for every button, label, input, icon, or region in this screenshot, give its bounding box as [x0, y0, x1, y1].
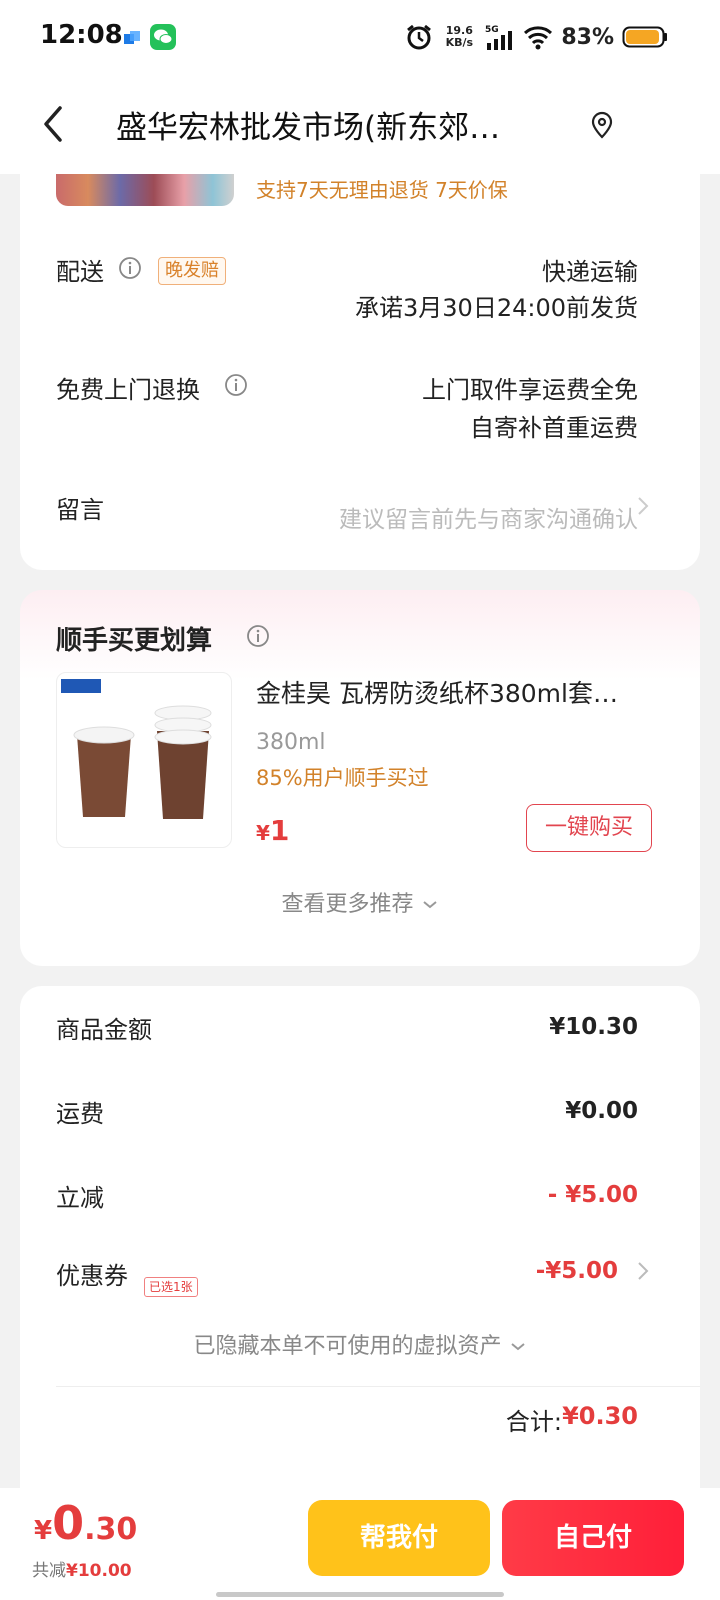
delivery-promise: 承诺3月30日24:00前发货 — [355, 294, 638, 322]
message-input[interactable]: 建议留言前先与商家沟通确认 — [339, 500, 638, 534]
home-indicator[interactable] — [216, 1592, 504, 1597]
product-image[interactable] — [56, 672, 232, 848]
bottom-pay-bar: ¥0.30 共减¥10.00 帮我付 自己付 — [0, 1488, 720, 1600]
wifi-icon — [524, 26, 553, 50]
back-icon[interactable] — [36, 100, 76, 148]
chevron-right-icon — [638, 1262, 649, 1280]
status-bar: 12:08 19.6 KB/s 5G 83% — [0, 0, 720, 76]
pay-amount: ¥0.30 — [34, 1496, 137, 1550]
wechat-icon — [150, 24, 176, 50]
pay-amount-dec: .30 — [84, 1512, 138, 1547]
net-speed: 19.6 KB/s — [441, 25, 477, 49]
see-more-label: 查看更多推荐 — [281, 892, 414, 917]
summary-row-label: 运费 — [56, 1100, 104, 1128]
delivery-method: 快递运输 — [542, 258, 638, 286]
chevron-down-icon — [510, 1343, 525, 1351]
battery-percent: 83% — [561, 24, 614, 50]
chevron-down-icon — [422, 901, 437, 909]
free-return-line1: 上门取件享运费全免 — [422, 376, 638, 404]
summary-row-label: 商品金额 — [56, 1016, 152, 1044]
summary-row-value: ¥10.30 — [549, 1014, 638, 1040]
delivery-info-icon[interactable] — [118, 256, 142, 280]
paper-cup-image — [61, 679, 212, 819]
free-return-label: 免费上门退换 — [56, 376, 200, 404]
status-icons: 19.6 KB/s 5G 83% — [405, 20, 668, 54]
saved-value: ¥10.00 — [66, 1561, 132, 1581]
saved-prefix: 共减 — [32, 1561, 66, 1581]
pay-amount-int: 0 — [52, 1496, 85, 1550]
product-thumbnail — [56, 174, 234, 206]
product-spec: 380ml — [256, 730, 326, 755]
page-title: 盛华宏林批发市场(新东郊… — [116, 110, 501, 146]
order-summary-card: 商品金额 ¥10.30 运费 ¥0.00 立减 - ¥5.00 优惠券 已选1张… — [20, 986, 700, 1500]
summary-row-value: ¥0.00 — [565, 1098, 638, 1124]
see-more-recommendations[interactable]: 查看更多推荐 — [20, 886, 700, 918]
free-return-line2: 自寄补首重运费 — [470, 414, 638, 442]
pay-myself-button[interactable]: 自己付 — [502, 1500, 684, 1576]
location-icon[interactable] — [588, 108, 616, 140]
status-time: 12:08 — [40, 20, 123, 50]
net-speed-unit: KB/s — [445, 36, 474, 49]
free-return-info-icon[interactable] — [224, 373, 248, 397]
alarm-icon — [407, 24, 432, 50]
battery-icon — [622, 26, 667, 48]
hidden-assets-toggle[interactable]: 已隐藏本单不可使用的虚拟资产 — [20, 1328, 700, 1360]
social-proof: 85%用户顺手买过 — [256, 766, 429, 790]
product-name[interactable]: 金桂昊 瓦楞防烫纸杯380ml套… — [256, 674, 656, 710]
app-blue-icon — [124, 31, 140, 44]
total-saved: 共减¥10.00 — [32, 1556, 132, 1581]
price-value: 1 — [269, 814, 290, 847]
pay-currency: ¥ — [34, 1516, 53, 1546]
chevron-right-icon — [638, 497, 649, 515]
message-label: 留言 — [56, 496, 104, 524]
help-me-pay-button[interactable]: 帮我付 — [308, 1500, 490, 1576]
recommend-card: 顺手买更划算 金桂昊 瓦楞防烫纸杯380ml套… 380ml 85%用户顺手买过… — [20, 590, 700, 966]
delivery-card: 支持7天无理由退货 7天价保 配送 晚发赔 快递运输 承诺3月30日24:00前… — [20, 174, 700, 570]
product-price: ¥1 — [256, 814, 289, 847]
one-click-buy-button[interactable]: 一键购买 — [526, 804, 652, 852]
total-value: ¥0.30 — [562, 1402, 638, 1430]
total-label: 合计: — [505, 1408, 562, 1436]
network-label: 5G — [485, 25, 499, 35]
guarantee-text: 支持7天无理由退货 7天价保 — [256, 178, 508, 202]
late-compensation-tag: 晚发赔 — [158, 257, 226, 285]
hidden-assets-label: 已隐藏本单不可使用的虚拟资产 — [193, 1334, 502, 1359]
divider — [56, 1386, 700, 1387]
coupon-value[interactable]: -¥5.00 — [536, 1258, 618, 1284]
summary-row-label: 立减 — [56, 1184, 104, 1212]
price-currency: ¥ — [256, 821, 270, 845]
coupon-selected-tag: 已选1张 — [144, 1277, 198, 1297]
recommend-info-icon[interactable] — [246, 624, 270, 648]
delivery-label: 配送 — [56, 258, 104, 286]
signal-icon: 5G — [485, 25, 513, 50]
coupon-label[interactable]: 优惠券 — [56, 1256, 128, 1291]
nav-header: 盛华宏林批发市场(新东郊… — [0, 76, 720, 174]
recommend-title: 顺手买更划算 — [56, 626, 213, 656]
summary-row-value: - ¥5.00 — [547, 1182, 638, 1208]
